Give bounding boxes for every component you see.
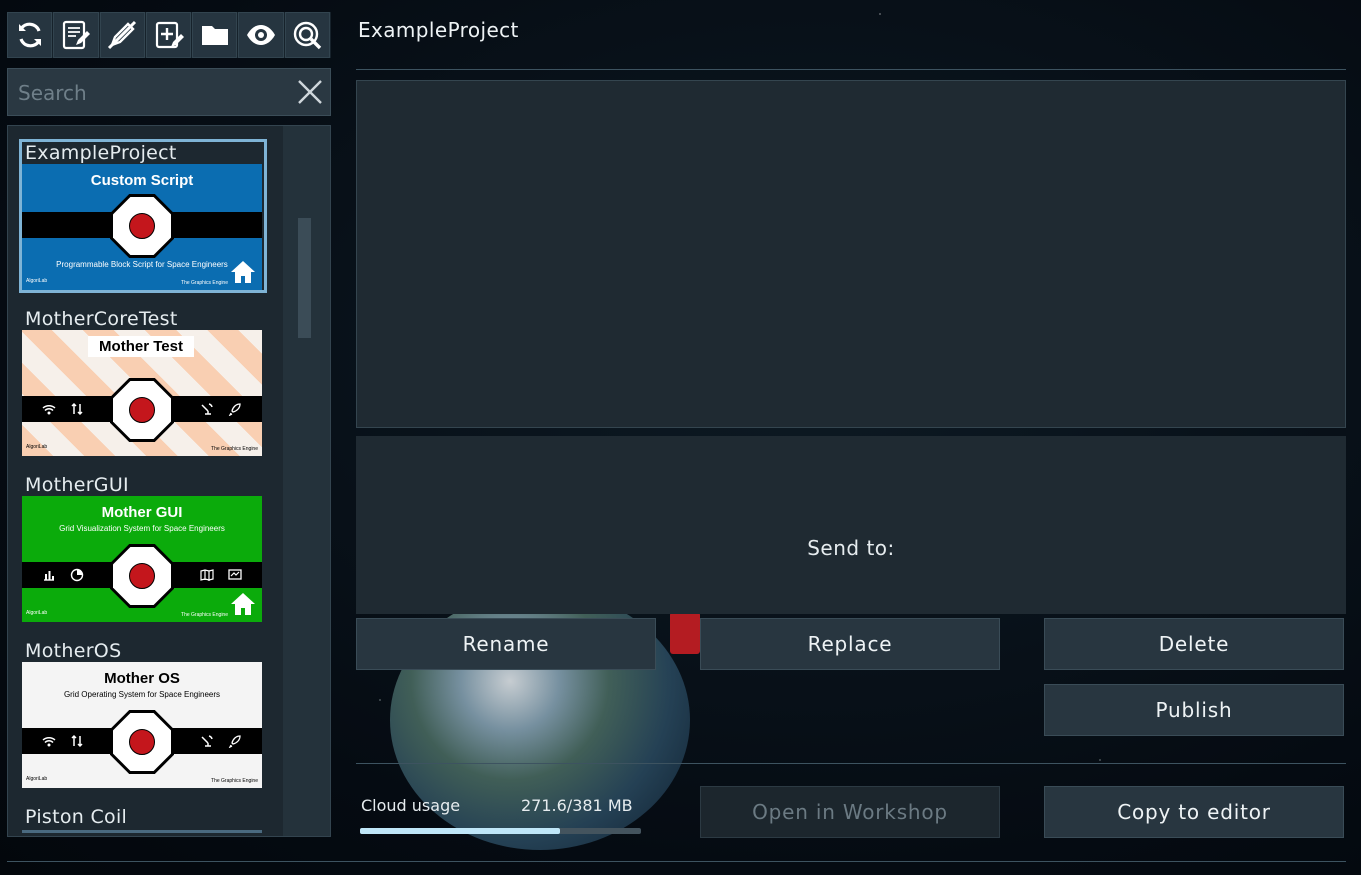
wifi-icon — [42, 736, 56, 747]
rename-button[interactable]: Rename — [356, 618, 656, 670]
edit-script-button[interactable] — [53, 12, 99, 58]
thumbnail-subtitle: Grid Operating System for Space Engineer… — [63, 690, 221, 699]
script-item-exampleproject[interactable]: ExampleProject Custom Script Programmabl… — [19, 139, 267, 293]
cloud-usage-fill — [360, 828, 561, 834]
send-to-panel: Send to: — [356, 436, 1346, 614]
open-folder-button[interactable] — [192, 12, 238, 58]
edit-script-icon — [62, 20, 90, 50]
thumbnail-dot — [129, 563, 155, 589]
script-item-title: ExampleProject — [25, 142, 177, 164]
no-edit-icon — [108, 20, 137, 50]
thumbnail-footer-right: The Graphics Engine — [181, 280, 228, 286]
no-edit-button[interactable] — [99, 12, 145, 58]
pie-chart-icon — [70, 568, 84, 582]
thumbnail-footer-left: AlgoriLab — [26, 278, 48, 284]
home-icon — [231, 593, 255, 615]
refresh-icon — [18, 22, 41, 48]
copy-to-editor-button[interactable]: Copy to editor — [1044, 786, 1344, 838]
new-script-button[interactable] — [145, 12, 192, 58]
thumbnail-footer-left: AlgoriLab — [26, 610, 48, 616]
footer-divider — [356, 763, 1346, 764]
thumbnail-footer-right: The Graphics Engine — [181, 612, 228, 618]
script-item-title: MotherGUI — [25, 474, 129, 496]
clear-search-icon[interactable] — [296, 78, 324, 106]
search-box — [7, 68, 331, 116]
thumbnail-footer-left: AlgoriLab — [26, 444, 48, 450]
script-item-mothergui[interactable]: MotherGUI Mother GUI Grid Visualization … — [22, 474, 264, 622]
send-to-label: Send to: — [807, 536, 895, 560]
map-icon — [200, 569, 214, 581]
page-title: ExampleProject — [358, 18, 519, 42]
thumbnail-footer-right: The Graphics Engine — [211, 446, 258, 452]
thumbnail-name: Custom Script — [90, 172, 194, 189]
thumbnail-subtitle: Grid Visualization System for Space Engi… — [59, 524, 225, 533]
thumbnail-footer-left: AlgoriLab — [26, 776, 48, 782]
replace-button[interactable]: Replace — [700, 618, 1000, 670]
thumbnail-dot — [129, 213, 155, 239]
bottom-divider — [7, 861, 1346, 862]
open-in-workshop-button[interactable]: Open in Workshop — [700, 786, 1000, 838]
home-icon — [231, 261, 255, 283]
monitor-icon — [228, 569, 242, 580]
rocket-icon — [228, 735, 241, 748]
delete-button[interactable]: Delete — [1044, 618, 1344, 670]
thumbnail-footer-right: The Graphics Engine — [211, 778, 258, 784]
rocket-icon — [228, 403, 241, 416]
script-item-title: MotherOS — [25, 640, 122, 662]
script-item-title: MotherCoreTest — [25, 308, 178, 330]
transfer-icon — [71, 734, 83, 748]
thumbnail-name: Mother Test — [88, 336, 194, 357]
script-item-title: Piston Coil — [25, 806, 128, 828]
thumbnail-dot — [129, 729, 155, 755]
search-input[interactable] — [16, 77, 290, 109]
toolbar — [7, 12, 331, 58]
wifi-icon — [42, 404, 56, 415]
preview-button[interactable] — [238, 12, 284, 58]
script-item-piston-coil[interactable]: Piston Coil — [22, 806, 264, 833]
cloud-usage-bar — [360, 828, 641, 834]
script-list: ExampleProject Custom Script Programmabl… — [7, 125, 331, 837]
eye-icon — [247, 25, 276, 45]
thumbnail-subtitle: Programmable Block Script for Space Engi… — [56, 260, 228, 269]
publish-button[interactable]: Publish — [1044, 684, 1344, 736]
thumbnail-name: Mother GUI — [101, 504, 183, 521]
workshop-search-icon — [294, 21, 322, 50]
script-thumbnail: Mother Test AlgoriLab The Graphics Engin… — [22, 330, 262, 456]
ship-background — [670, 612, 700, 654]
description-panel — [356, 80, 1346, 428]
cloud-usage-label: Cloud usage — [361, 796, 461, 815]
folder-icon — [201, 26, 228, 45]
script-thumbnail: Mother OS Grid Operating System for Spac… — [22, 662, 262, 788]
scrollbar-thumb[interactable] — [298, 218, 311, 338]
header-divider — [356, 69, 1346, 70]
thumbnail-dot — [129, 397, 155, 423]
bar-chart-icon — [44, 571, 54, 581]
script-thumbnail: Custom Script Programmable Block Script … — [22, 164, 262, 290]
thumbnail-name: Mother OS — [104, 670, 180, 687]
workshop-search-button[interactable] — [284, 12, 331, 58]
cloud-usage-value: 271.6/381 MB — [521, 796, 633, 815]
script-item-motheros[interactable]: MotherOS Mother OS Grid Operating System… — [22, 640, 264, 788]
transfer-icon — [71, 402, 83, 416]
script-item-mothercoretest[interactable]: MotherCoreTest Mother Test AlgoriLab The… — [22, 308, 264, 456]
script-thumbnail: Mother GUI Grid Visualization System for… — [22, 496, 262, 622]
new-script-icon — [155, 21, 184, 49]
antenna-icon — [201, 403, 213, 415]
antenna-icon — [201, 735, 213, 747]
refresh-button[interactable] — [7, 12, 53, 58]
